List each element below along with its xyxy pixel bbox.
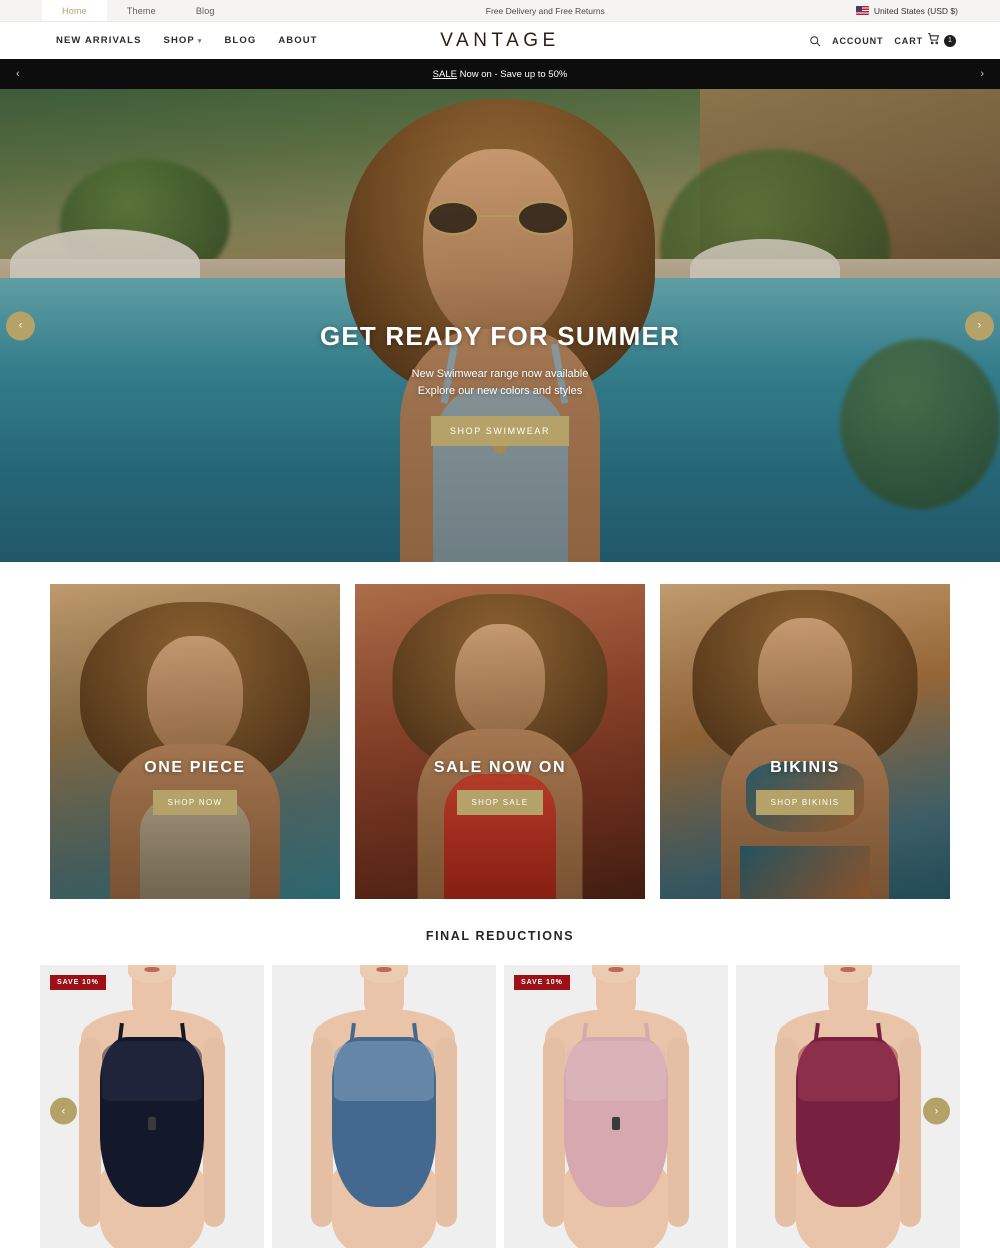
nav-item-new-arrivals[interactable]: NEW ARRIVALS [56,35,142,46]
announcement-body: Now on - Save up to 50% [456,68,568,80]
hero-subtitle: New Swimwear range now available Explore… [0,366,1000,400]
nav-item-about[interactable]: ABOUT [278,35,317,46]
product-discount-badge: SAVE 10% [50,975,106,990]
main-navigation: NEW ARRIVALS SHOP ▾ BLOG ABOUT [56,35,318,46]
category-card-bikinis[interactable]: BIKINIS SHOP BIKINIS [660,584,950,899]
header-actions: ACCOUNT CART 1 [809,32,956,50]
category-title-one-piece: ONE PIECE [144,759,246,776]
nav-item-about-label: ABOUT [278,35,318,46]
site-logo[interactable]: VANTAGE [440,30,559,52]
topbar-tab-blog[interactable]: Blog [176,0,235,21]
product-image [773,965,923,1248]
announcement-bar: ‹ SALE Now on - Save up to 50% › [0,59,1000,89]
nav-item-new-arrivals-label: NEW ARRIVALS [56,35,142,46]
hero-cta-button[interactable]: SHOP SWIMWEAR [430,416,570,447]
hero-slider: ‹ › GET READY FOR SUMMER New Swimwear ra… [0,89,1000,562]
category-cta-bikinis[interactable]: SHOP BIKINIS [755,790,855,815]
us-flag-icon [855,6,869,15]
topbar-tab-theme[interactable]: Theme [107,0,176,21]
announcement-next-icon[interactable]: › [980,68,984,80]
nav-item-shop-label: SHOP [163,35,195,46]
topbar-tab-blog-label: Blog [195,5,215,16]
announcement-highlight[interactable]: SALE [433,69,457,80]
top-utility-bar: Home Theme Blog Free Delivery and Free R… [0,0,1000,22]
nav-item-blog[interactable]: BLOG [224,35,256,46]
products-prev-button[interactable]: ‹ [50,1097,77,1125]
product-card[interactable] [272,965,496,1248]
category-cta-one-piece[interactable]: SHOP NOW [152,790,238,815]
search-icon[interactable] [809,35,821,47]
site-header: NEW ARRIVALS SHOP ▾ BLOG ABOUT VANTAGE A… [0,22,1000,59]
announcement-prev-icon[interactable]: ‹ [16,68,20,80]
hero-subtitle-line-2: Explore our new colors and styles [417,385,583,398]
category-card-one-piece[interactable]: ONE PIECE SHOP NOW [50,584,340,899]
cart-count-badge: 1 [944,34,956,47]
product-image [309,965,459,1248]
promo-message: Free Delivery and Free Returns [485,5,605,16]
hero-content: GET READY FOR SUMMER New Swimwear range … [0,321,1000,447]
topbar-tab-home-label: Home [62,5,87,16]
cart-link[interactable]: CART 1 [894,32,956,50]
cart-label[interactable]: CART [894,36,923,46]
products-next-button[interactable]: › [923,1097,950,1125]
category-card-sale[interactable]: SALE NOW ON SHOP SALE [355,584,645,899]
topbar-tab-theme-label: Theme [126,5,156,16]
product-discount-badge: SAVE 10% [514,975,570,990]
product-image [77,965,227,1248]
topbar-tab-home[interactable]: Home [42,0,107,21]
account-link[interactable]: ACCOUNT [832,36,883,46]
hero-subtitle-line-1: New Swimwear range now available [411,368,589,380]
chevron-down-icon: ▾ [197,37,203,45]
category-title-sale: SALE NOW ON [433,759,567,776]
product-carousel: ‹ › SAVE 10% SAVE 10% [0,965,1000,1248]
nav-item-shop[interactable]: SHOP ▾ [164,35,203,46]
hero-title: GET READY FOR SUMMER [319,321,681,351]
locale-label: United States (USD $) [873,5,958,16]
category-title-bikinis: BIKINIS [770,759,840,776]
announcement-text: SALE Now on - Save up to 50% [433,69,568,80]
product-card[interactable]: SAVE 10% [504,965,728,1248]
collection-title: FINAL REDUCTIONS [425,929,575,943]
product-image [541,965,691,1248]
topbar-tabs: Home Theme Blog [42,0,235,21]
category-cards: ONE PIECE SHOP NOW SALE NOW ON SHOP SALE [0,562,1000,899]
nav-item-blog-label: BLOG [224,35,257,46]
category-cta-sale[interactable]: SHOP SALE [456,790,544,815]
locale-selector[interactable]: United States (USD $) [855,0,1000,21]
shopping-cart-icon [927,32,940,50]
